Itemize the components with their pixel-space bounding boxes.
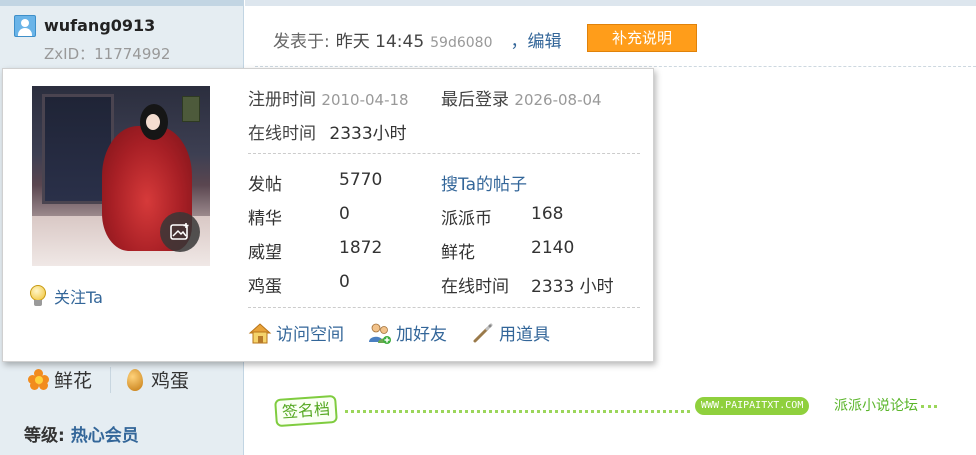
egg-stat-label: 鸡蛋 [248, 277, 282, 297]
use-tool-label: 用道具 [499, 325, 550, 345]
online-stat-value: 2333 小时 [531, 277, 614, 297]
bulb-icon [28, 285, 48, 307]
signature-dots [345, 410, 690, 413]
sidebar-top-border [0, 0, 244, 6]
visit-space-link[interactable]: 访问空间 [248, 320, 344, 345]
popup-divider-1 [248, 153, 640, 154]
house-icon [248, 322, 272, 343]
image-search-button[interactable] [160, 212, 200, 252]
level-value[interactable]: 热心会员 [71, 426, 139, 446]
flower-stat-label: 鲜花 [441, 243, 475, 263]
post-ip: 59d6080 [430, 35, 493, 51]
use-tool-link[interactable]: 用道具 [471, 320, 550, 345]
last-login-value: 2026-08-04 [514, 91, 602, 109]
online-label: 在线时间 [248, 124, 316, 144]
send-flower-button[interactable]: 鲜花 [28, 366, 92, 393]
signature-forum: 派派小说论坛 [834, 398, 918, 414]
egg-icon [127, 368, 144, 391]
reg-value: 2010-04-18 [321, 91, 409, 109]
signature-dots-end [921, 405, 937, 408]
online-value: 2333小时 [329, 124, 407, 144]
image-icon [170, 223, 189, 240]
visit-space-label: 访问空间 [276, 325, 344, 345]
prestige-value: 1872 [339, 238, 383, 258]
egg-label: 鸡蛋 [151, 370, 190, 392]
prestige-label: 威望 [248, 243, 282, 263]
flower-label: 鲜花 [54, 370, 93, 392]
supplement-button[interactable]: 补充说明 [587, 24, 697, 52]
user-info-popup: 关注Ta 注册时间 2010-04-18 最后登录 2026-08-04 在线时… [2, 68, 654, 362]
post-divider [255, 66, 976, 67]
divider [110, 366, 112, 393]
search-posts-link[interactable]: 搜Ta的帖子 [441, 170, 527, 195]
coins-value: 168 [531, 204, 564, 224]
signature-badge: 签名档 [274, 394, 338, 428]
user-online-icon [14, 15, 36, 37]
post-meta: 发表于: 昨天 14:45 59d6080 ，编辑 [273, 27, 561, 52]
author-level: 等级: 热心会员 [24, 421, 139, 446]
signature-site[interactable]: WWW.PAIPAITXT.COM [695, 397, 810, 415]
post-top-border [245, 0, 976, 6]
posts-value: 5770 [339, 170, 383, 190]
wand-icon [473, 323, 493, 342]
add-friend-icon [369, 323, 391, 344]
popup-actions: 访问空间 加好友 用道具 [248, 320, 574, 345]
digest-label: 精华 [248, 209, 282, 229]
edit-link[interactable]: ，编辑 [510, 27, 561, 52]
digest-value: 0 [339, 204, 350, 224]
posts-label: 发帖 [248, 175, 282, 195]
author-zxid: ZxID：11774992 [44, 45, 171, 63]
add-friend-link[interactable]: 加好友 [368, 320, 447, 345]
add-friend-label: 加好友 [396, 325, 447, 345]
coins-label: 派派币 [441, 209, 492, 229]
popup-divider-2 [248, 307, 640, 308]
level-label: 等级: [24, 426, 65, 446]
online-stat-label: 在线时间 [441, 277, 509, 297]
last-login-label: 最后登录 [441, 90, 509, 110]
send-egg-button[interactable]: 鸡蛋 [127, 366, 189, 393]
reg-label: 注册时间 [248, 90, 316, 110]
follow-label: 关注Ta [54, 288, 103, 307]
egg-stat-value: 0 [339, 272, 350, 292]
posted-label: 发表于: [273, 32, 330, 52]
flower-icon [28, 368, 50, 391]
reg-row: 注册时间 2010-04-18 [248, 85, 409, 110]
last-login-row: 最后登录 2026-08-04 [441, 85, 602, 110]
follow-link[interactable]: 关注Ta [28, 284, 103, 308]
online-row: 在线时间 2333小时 [248, 119, 407, 144]
flower-stat-value: 2140 [531, 238, 575, 258]
author-username[interactable]: wufang0913 [44, 16, 155, 35]
flower-egg-row: 鲜花 鸡蛋 [28, 366, 189, 393]
post-time: 昨天 14:45 [335, 32, 425, 52]
